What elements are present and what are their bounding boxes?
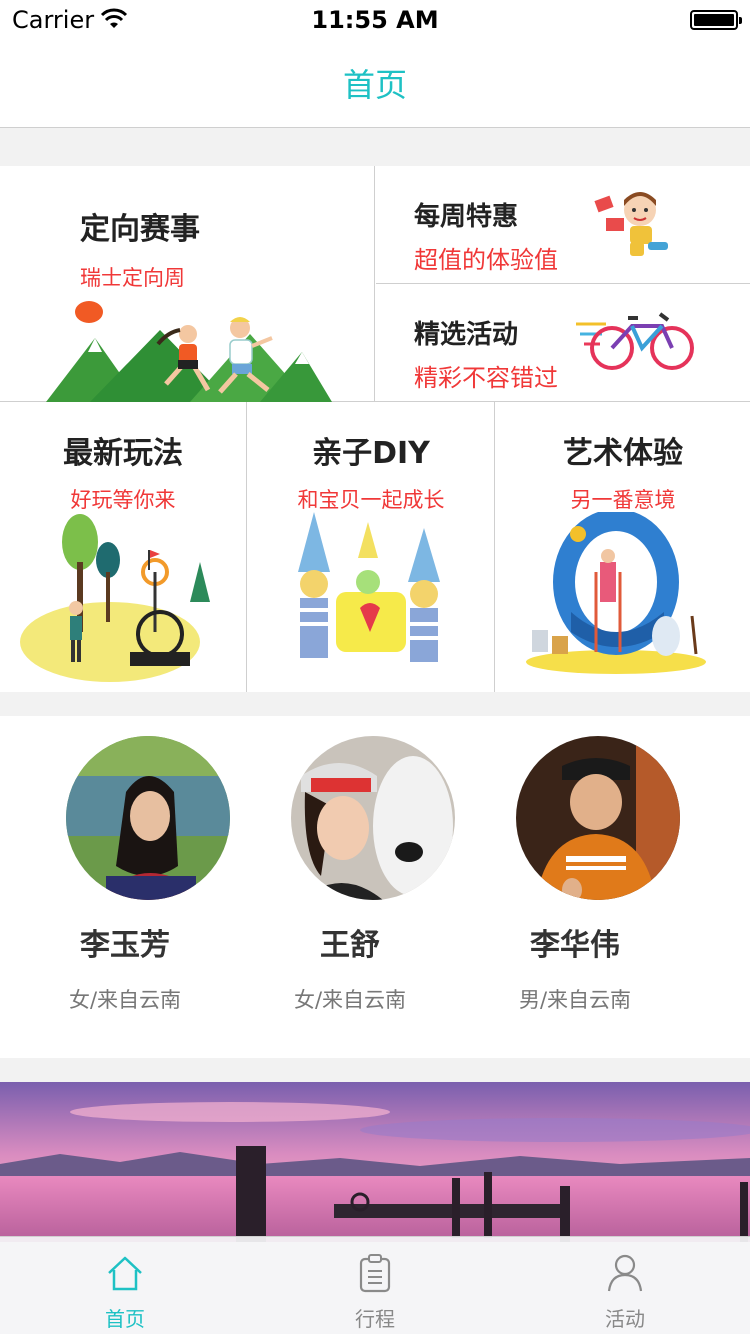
people-section: 李玉芳 女/来自云南 王舒 女/来自云南 李华伟 男/来自云南 (0, 716, 750, 1058)
tab-itinerary[interactable]: 行程 (250, 1237, 500, 1334)
status-bar: Carrier 11:55 AM (0, 0, 750, 40)
person-name: 李玉芳 (80, 928, 170, 963)
person-card[interactable]: 李玉芳 女/来自云南 (0, 716, 250, 1058)
card-subtitle: 好玩等你来 (70, 488, 176, 512)
card-title: 艺术体验 (563, 436, 683, 471)
park-windmill-illustration (20, 514, 210, 682)
tab-home[interactable]: 首页 (0, 1237, 250, 1334)
card-title: 最新玩法 (63, 436, 183, 471)
person-info: 女/来自云南 (293, 988, 407, 1012)
category-grid: 最新玩法 好玩等你来 亲子DIY 和宝贝一起成长 艺术体验 另一番意境 (0, 402, 750, 692)
person-name: 王舒 (320, 928, 380, 963)
card-title: 精选活动 (414, 320, 519, 350)
person-info: 女/来自云南 (68, 988, 182, 1012)
person-card[interactable]: 王舒 女/来自云南 (225, 716, 475, 1058)
card-title: 亲子DIY (312, 436, 430, 471)
person-info: 男/来自云南 (518, 988, 632, 1012)
orienteering-card[interactable]: 定向赛事 瑞士定向周 (0, 166, 375, 402)
avatar (516, 736, 680, 900)
art-experience-card[interactable]: 艺术体验 另一番意境 (496, 402, 750, 692)
girl-gift-illustration (594, 192, 668, 256)
navigation-bar: 首页 (0, 40, 750, 128)
card-subtitle: 和宝贝一起成长 (297, 488, 445, 512)
tab-label: 首页 (105, 1307, 145, 1331)
person-card[interactable]: 李华伟 男/来自云南 (450, 716, 700, 1058)
avatar (66, 736, 230, 900)
card-subtitle: 瑞士定向周 (80, 266, 185, 290)
bicycle-illustration (576, 312, 694, 370)
tab-activities[interactable]: 活动 (500, 1237, 750, 1334)
clock: 11:55 AM (311, 6, 439, 34)
tab-bar: 首页 行程 活动 (0, 1236, 750, 1334)
selected-activities-card[interactable]: 精选活动 精彩不容错过 (376, 284, 750, 402)
card-title: 定向赛事 (80, 212, 200, 247)
kids-party-illustration (298, 512, 440, 662)
parent-child-diy-card[interactable]: 亲子DIY 和宝贝一起成长 (248, 402, 495, 692)
person-icon (607, 1254, 643, 1292)
tab-label: 活动 (605, 1307, 645, 1331)
weekly-deals-card[interactable]: 每周特惠 超值的体验值 (376, 166, 750, 284)
battery-icon (690, 10, 742, 30)
person-name: 李华伟 (530, 928, 620, 963)
new-play-card[interactable]: 最新玩法 好玩等你来 (0, 402, 247, 692)
card-subtitle: 超值的体验值 (414, 246, 558, 274)
card-subtitle: 另一番意境 (570, 488, 676, 512)
mountain-runners-illustration (46, 301, 332, 402)
clipboard-icon (359, 1254, 391, 1293)
page-title: 首页 (342, 66, 407, 104)
painting-ring-illustration (526, 512, 706, 674)
card-title: 每周特惠 (414, 202, 519, 232)
tab-label: 行程 (355, 1307, 395, 1331)
home-icon (108, 1256, 142, 1291)
lake-sunset-banner[interactable] (0, 1082, 750, 1242)
card-subtitle: 精彩不容错过 (414, 364, 558, 392)
featured-grid: 定向赛事 瑞士定向周 每周特惠 超值的体验值 精选活动 精彩不容错过 (0, 166, 750, 402)
avatar (291, 736, 455, 900)
